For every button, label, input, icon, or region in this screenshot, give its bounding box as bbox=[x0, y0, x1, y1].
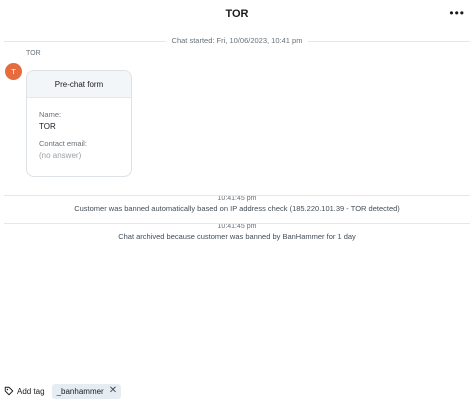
event-time: 10:41:45 pm bbox=[217, 195, 257, 202]
form-field-label: Contact email: bbox=[39, 139, 87, 148]
event-text: Customer was banned automatically based … bbox=[74, 204, 400, 213]
event-time: 10:41:45 pm bbox=[217, 223, 257, 230]
pre-chat-form-card: Pre-chat form Name: TOR Contact email: (… bbox=[26, 70, 132, 177]
form-field-name: Name: TOR bbox=[27, 110, 131, 131]
tag-label: _banhammer bbox=[56, 386, 104, 396]
form-field-value: TOR bbox=[39, 122, 56, 131]
chat-title: TOR bbox=[225, 8, 249, 20]
pre-chat-form-title: Pre-chat form bbox=[27, 71, 131, 98]
form-field-value: (no answer) bbox=[39, 151, 82, 160]
tag-chip: _banhammer ✕ bbox=[51, 383, 122, 399]
system-event: 10:41:45 pm Customer was banned automati… bbox=[4, 195, 470, 213]
form-field-label: Name: bbox=[39, 110, 62, 119]
tag-bar: Add tag _banhammer ✕ bbox=[4, 383, 122, 399]
event-text: Chat archived because customer was banne… bbox=[118, 232, 356, 241]
close-icon[interactable]: ✕ bbox=[109, 386, 117, 396]
form-field-email: Contact email: (no answer) bbox=[27, 139, 131, 160]
chat-header: TOR ••• bbox=[0, 0, 474, 30]
avatar: T bbox=[5, 63, 22, 80]
chat-started-text: Chat started: Fri, 10/06/2023, 10:41 pm bbox=[165, 35, 309, 47]
add-tag-label: Add tag bbox=[17, 386, 45, 396]
add-tag-button[interactable]: Add tag bbox=[4, 386, 45, 396]
chat-started-separator: Chat started: Fri, 10/06/2023, 10:41 pm bbox=[4, 35, 470, 47]
more-options-icon[interactable]: ••• bbox=[449, 6, 465, 20]
tag-icon bbox=[4, 386, 14, 396]
system-event: 10:41:45 pm Chat archived because custom… bbox=[4, 223, 470, 241]
message-author: TOR bbox=[26, 50, 41, 57]
